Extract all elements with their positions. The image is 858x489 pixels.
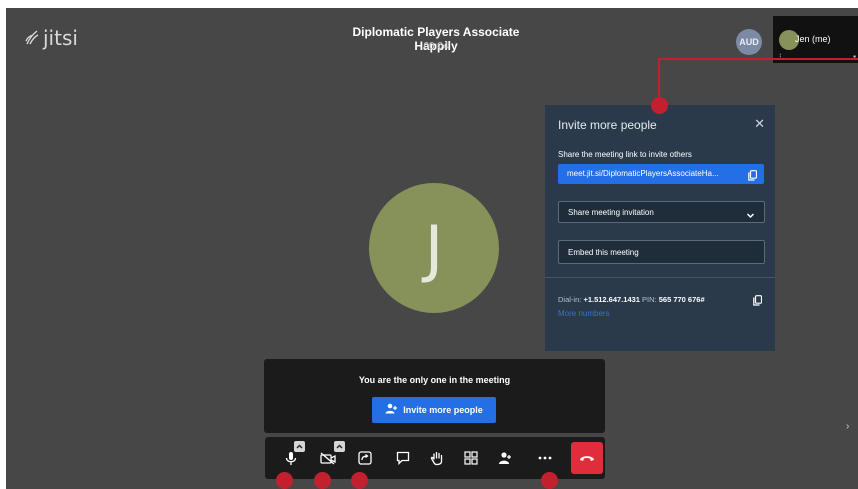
pin-value: 565 770 676# xyxy=(658,295,705,304)
main-participant-avatar: J xyxy=(369,183,499,313)
dial-in-number: +1.512.647.1431 xyxy=(583,295,640,304)
annotation-marker xyxy=(351,472,368,489)
meeting-link-copy-button[interactable]: meet.jit.si/DiplomaticPlayersAssociateHa… xyxy=(558,164,764,184)
logo-text: jitsi xyxy=(43,26,78,50)
chevron-down-icon xyxy=(746,207,755,225)
raise-hand-button[interactable] xyxy=(422,437,452,479)
annotation-line xyxy=(658,58,858,60)
share-invitation-dropdown[interactable]: Share meeting invitation xyxy=(558,201,765,223)
audio-options-caret[interactable] xyxy=(294,441,305,452)
camera-off-icon xyxy=(320,451,336,465)
panel-title: Invite more people xyxy=(558,118,657,132)
embed-meeting-label: Embed this meeting xyxy=(568,248,639,257)
notice-text: You are the only one in the meeting xyxy=(358,375,511,385)
panel-subtitle: Share the meeting link to invite others xyxy=(558,150,692,159)
annotation-marker xyxy=(651,97,668,114)
annotation-marker xyxy=(314,472,331,489)
meeting-stage: jitsi Diplomatic Players Associate Happi… xyxy=(6,8,858,489)
chevron-up-icon xyxy=(336,444,343,449)
copy-dial-in-icon[interactable] xyxy=(753,293,763,311)
raise-hand-icon xyxy=(430,451,443,465)
chat-icon xyxy=(396,451,410,465)
microphone-icon xyxy=(285,451,297,465)
meeting-link-text: meet.jit.si/DiplomaticPlayersAssociateHa… xyxy=(567,169,719,178)
chevron-up-icon xyxy=(296,444,303,449)
annotation-marker xyxy=(541,472,558,489)
tile-view-button[interactable] xyxy=(456,437,486,479)
video-options-caret[interactable] xyxy=(334,441,345,452)
more-dots-icon xyxy=(538,456,552,460)
pin-label: PIN: xyxy=(642,295,657,304)
chat-button[interactable] xyxy=(388,437,418,479)
hang-up-button[interactable] xyxy=(571,442,603,474)
chevron-right-icon[interactable]: › xyxy=(846,421,849,432)
self-view-tile[interactable]: Jen (me) ⁝ ▪ xyxy=(773,16,858,63)
screen-share-icon xyxy=(358,451,372,465)
remote-participant-avatar[interactable]: AUD xyxy=(736,29,762,55)
invite-button-label: Invite more people xyxy=(403,405,483,415)
embed-meeting-button[interactable]: Embed this meeting xyxy=(558,240,765,264)
dial-in-info: Dial-in: +1.512.647.1431 PIN: 565 770 67… xyxy=(558,295,705,304)
close-icon[interactable]: ✕ xyxy=(754,116,765,132)
add-user-icon xyxy=(385,401,398,419)
invite-more-people-panel: Invite more people ✕ Share the meeting l… xyxy=(545,105,775,351)
jitsi-logo: jitsi xyxy=(24,26,78,50)
hang-up-icon xyxy=(580,456,594,461)
only-one-notice: You are the only one in the meeting Invi… xyxy=(264,359,605,433)
panel-divider xyxy=(545,277,775,278)
self-name: Jen (me) xyxy=(795,34,831,44)
participants-icon xyxy=(499,452,511,464)
copy-icon xyxy=(748,168,758,186)
meeting-timer: 00:04 xyxy=(423,41,449,52)
dial-in-label: Dial-in: xyxy=(558,295,582,304)
annotation-marker xyxy=(276,472,293,489)
share-invitation-label: Share meeting invitation xyxy=(568,208,654,217)
jitsi-logo-icon xyxy=(25,30,39,45)
more-numbers-link[interactable]: More numbers xyxy=(558,309,610,318)
tile-view-icon xyxy=(464,451,478,465)
participants-button[interactable] xyxy=(490,437,520,479)
invite-more-people-button[interactable]: Invite more people xyxy=(372,397,496,423)
